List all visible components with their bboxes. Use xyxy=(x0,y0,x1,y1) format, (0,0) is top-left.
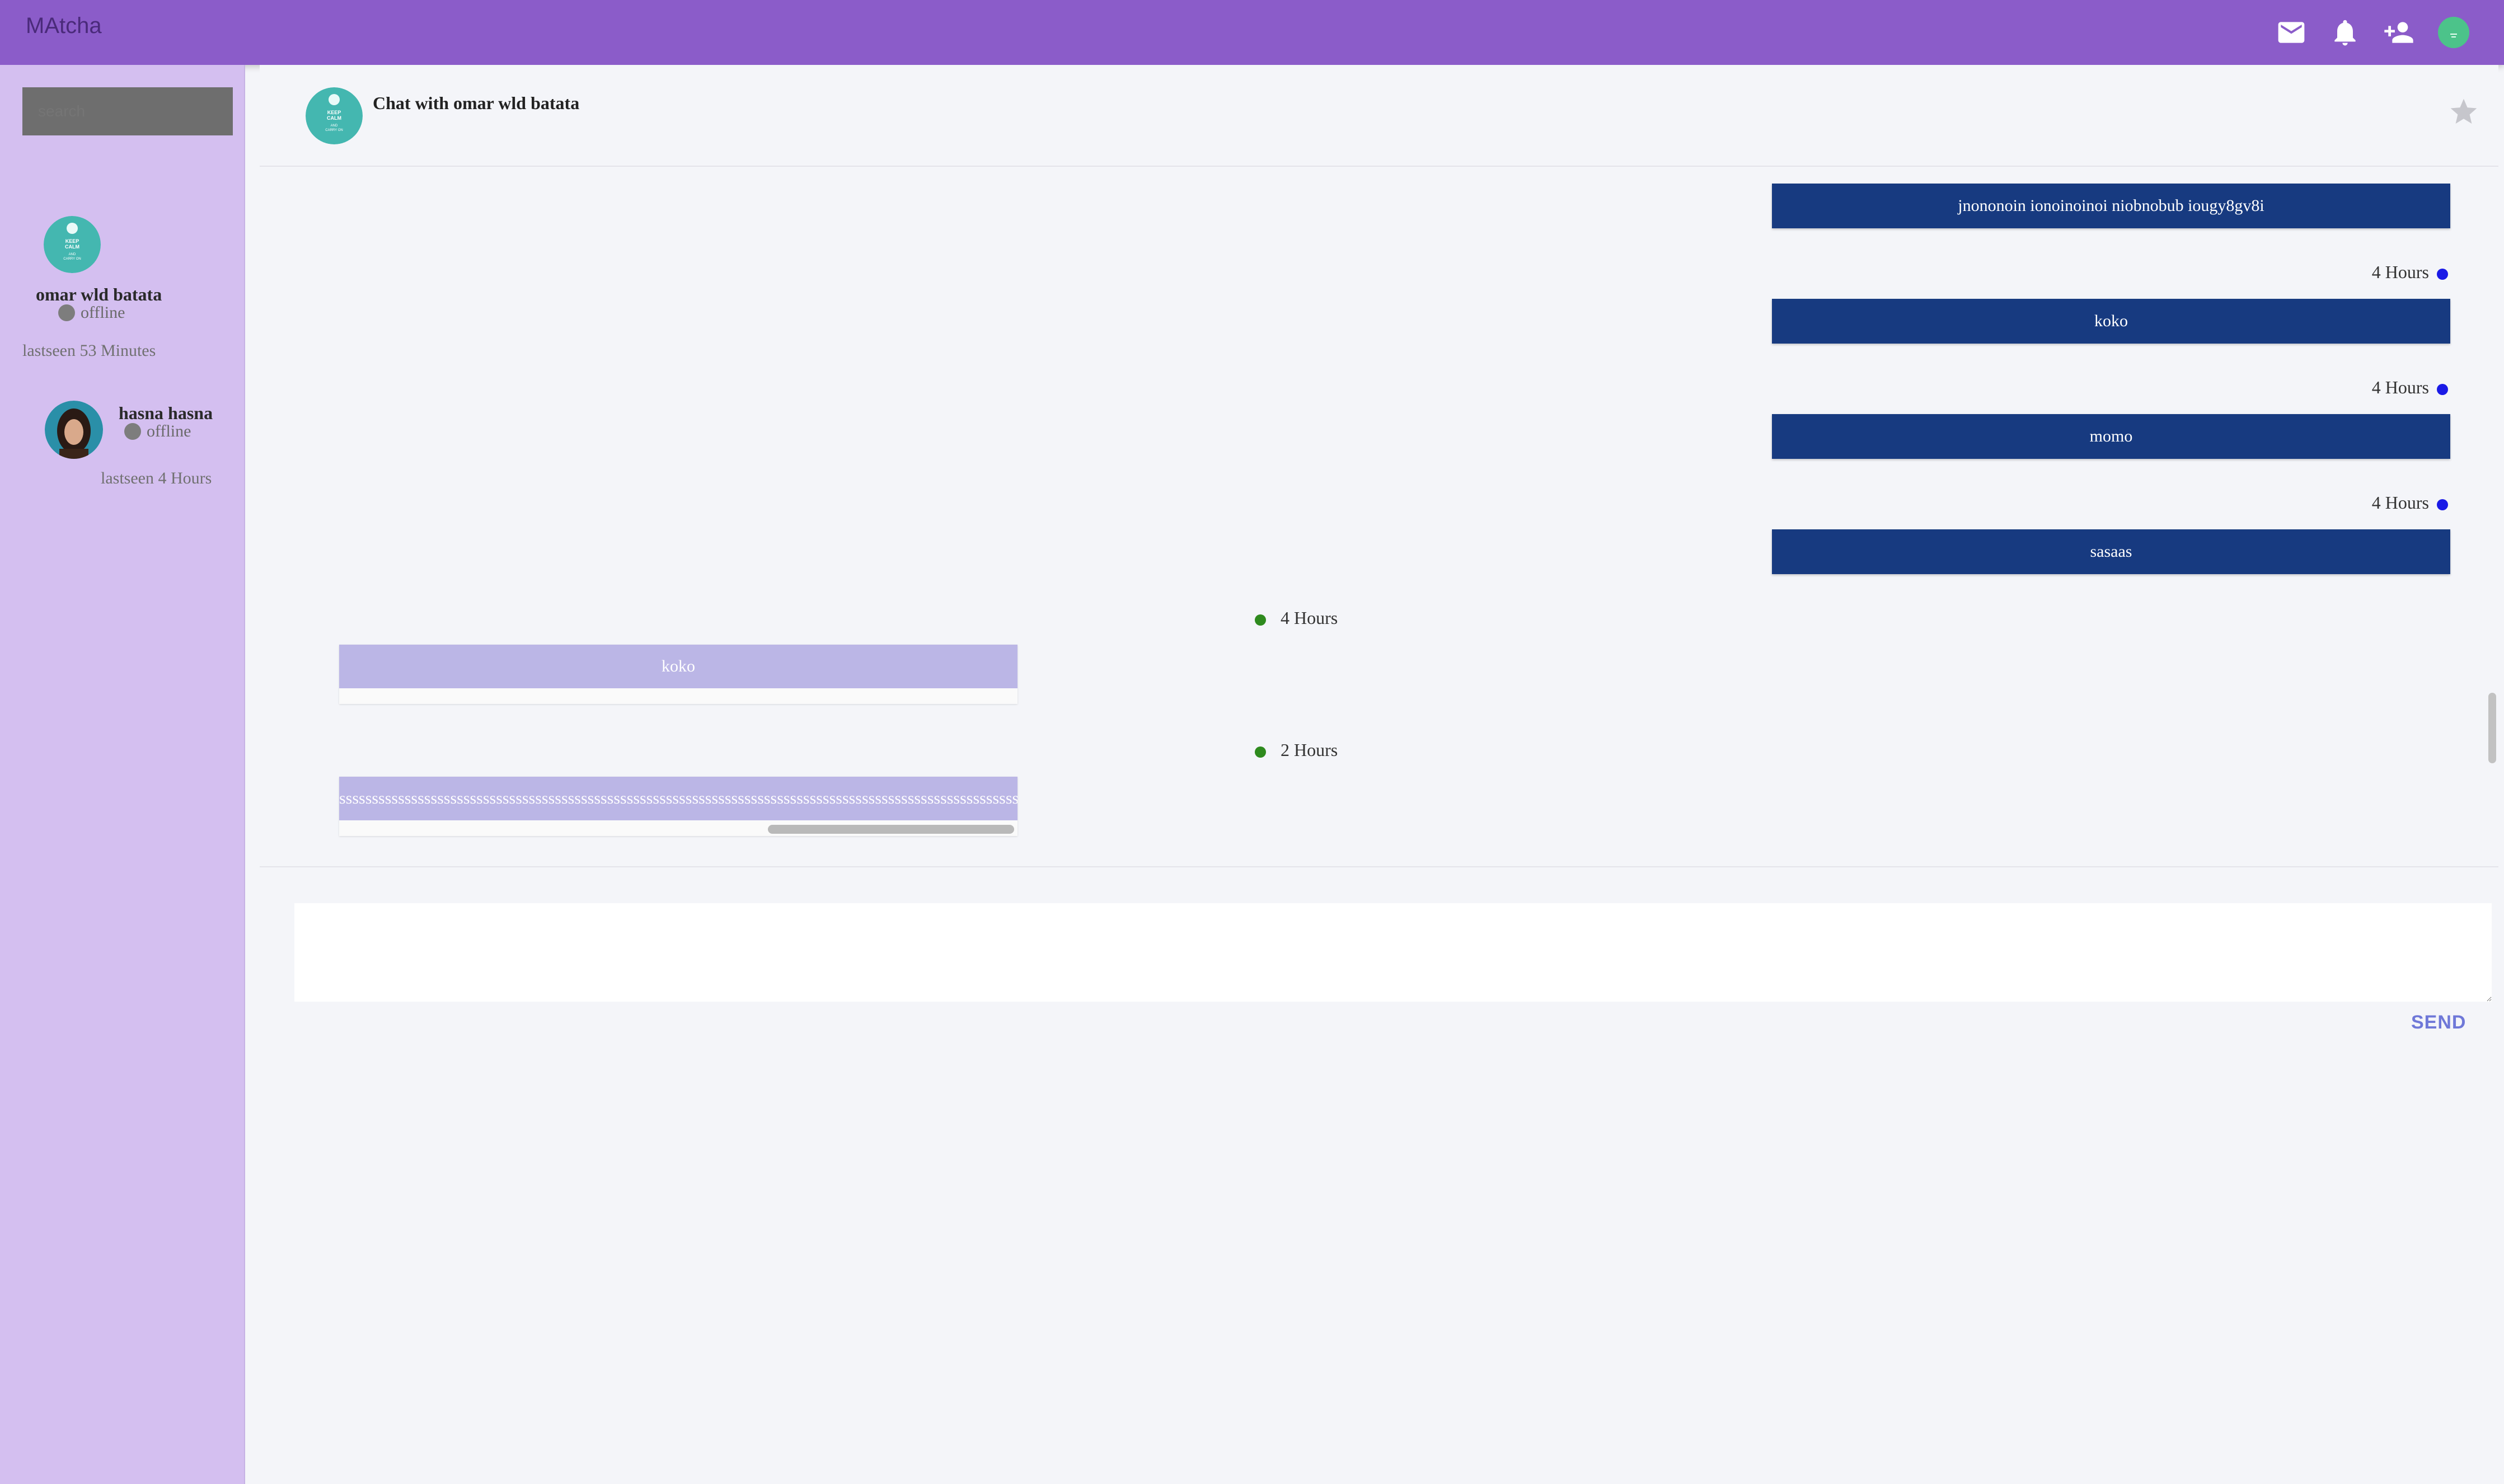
contact-status: offline xyxy=(58,303,125,322)
sidebar: KEEP CALM AND CARRY ON omar wld batata o… xyxy=(0,65,245,1484)
message-list[interactable]: jnononoin ionoinoinoi niobnobub iougy8gv… xyxy=(260,167,2498,867)
chat-title: Chat with omar wld batata xyxy=(373,93,580,113)
add-friend-icon[interactable] xyxy=(2383,17,2414,48)
status-text: offline xyxy=(81,303,125,322)
chat-header: KEEP CALM AND CARRY ON Chat with omar wl… xyxy=(260,65,2498,167)
last-seen: lastseen 53 Minutes xyxy=(22,341,156,360)
avatar-caption-1: KEEP xyxy=(327,110,341,115)
received-message-container: koko xyxy=(339,645,1017,704)
contact-name: hasna hasna xyxy=(119,403,213,423)
star-icon[interactable] xyxy=(2448,96,2479,128)
status-dot xyxy=(2437,499,2448,510)
chat-avatar: KEEP CALM AND CARRY ON xyxy=(306,87,363,144)
status-text: offline xyxy=(147,422,191,440)
top-bar: MAtcha xyxy=(0,0,2504,65)
send-button[interactable]: SEND xyxy=(2411,1012,2466,1034)
received-message: koko xyxy=(339,645,1017,688)
message-time: 4 Hours xyxy=(2371,262,2429,282)
bell-icon[interactable] xyxy=(2329,17,2361,48)
status-dot xyxy=(1255,614,1266,626)
avatar-caption-3: AND xyxy=(331,124,338,128)
avatar xyxy=(45,401,103,459)
status-dot xyxy=(124,423,141,440)
sent-message: momo xyxy=(1772,414,2450,459)
vertical-scrollbar[interactable] xyxy=(2488,693,2496,763)
search-input[interactable] xyxy=(22,87,233,135)
mail-icon[interactable] xyxy=(2276,17,2307,48)
message-time: 4 Hours xyxy=(2371,492,2429,513)
contact-status: offline xyxy=(124,422,191,441)
avatar-caption-2: CALM xyxy=(327,115,341,121)
contact-name: omar wld batata xyxy=(36,284,162,304)
avatar-caption-2: CALM xyxy=(65,244,79,250)
sent-message: jnononoin ionoinoinoi niobnobub iougy8gv… xyxy=(1772,184,2450,228)
avatar-caption-4: CARRY ON xyxy=(63,257,81,261)
contact-item-hasna[interactable]: hasna hasna offline xyxy=(0,401,244,473)
avatar: KEEP CALM AND CARRY ON xyxy=(44,216,101,273)
avatar-caption-4: CARRY ON xyxy=(325,129,343,132)
app-brand[interactable]: MAtcha xyxy=(26,13,102,39)
status-dot xyxy=(1255,746,1266,758)
last-seen: lastseen 4 Hours xyxy=(101,469,212,487)
chat-panel: KEEP CALM AND CARRY ON Chat with omar wl… xyxy=(260,65,2498,1484)
received-message-container: ssssssssssssssssssssssssssssssssssssssss… xyxy=(339,777,1017,836)
message-time: 4 Hours xyxy=(1281,608,1338,628)
sent-message: sasaas xyxy=(1772,529,2450,574)
status-dot xyxy=(2437,384,2448,395)
horizontal-scrollbar[interactable] xyxy=(768,825,1014,834)
status-dot xyxy=(2437,269,2448,280)
contact-item-omar[interactable]: KEEP CALM AND CARRY ON omar wld batata o… xyxy=(0,216,244,322)
message-time: 2 Hours xyxy=(1281,740,1338,760)
sent-message: koko xyxy=(1772,299,2450,344)
status-dot xyxy=(58,304,75,321)
avatar-caption-1: KEEP xyxy=(65,238,79,244)
message-input[interactable] xyxy=(294,903,2492,1002)
avatar-caption-3: AND xyxy=(69,253,76,256)
user-avatar[interactable] xyxy=(2438,17,2469,48)
received-message: ssssssssssssssssssssssssssssssssssssssss… xyxy=(339,777,1017,820)
message-time: 4 Hours xyxy=(2371,377,2429,397)
